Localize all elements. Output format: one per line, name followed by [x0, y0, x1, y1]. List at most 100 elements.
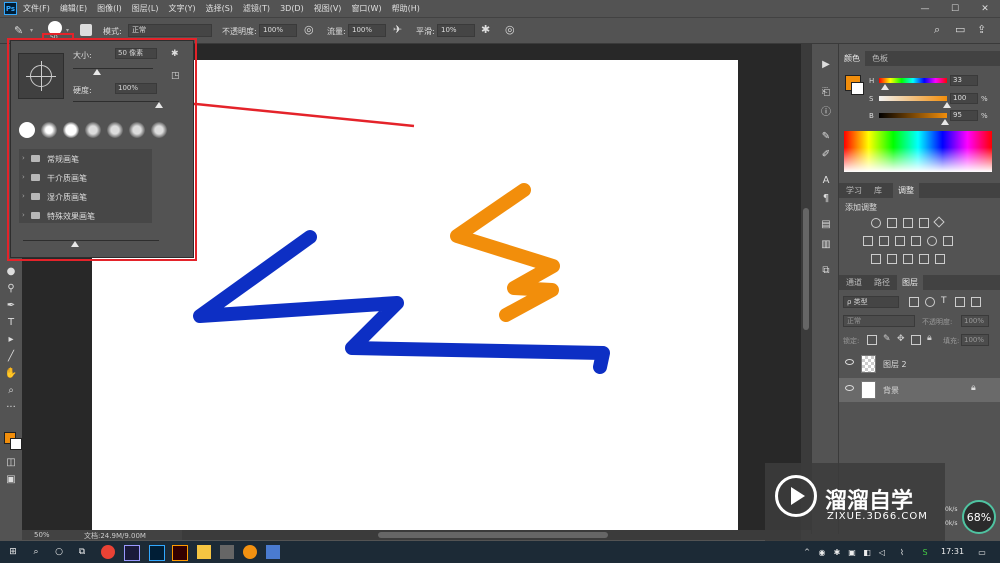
brightness-slider-knob[interactable] [941, 119, 949, 125]
brush-tip-pressure[interactable] [85, 122, 101, 138]
brush-panel-icon[interactable]: ✎ [820, 130, 832, 142]
windows-start-icon[interactable]: ⊞ [6, 545, 20, 559]
brush-angle-preview[interactable] [18, 53, 64, 99]
notification-icon[interactable]: ▭ [975, 545, 989, 559]
brush-folder[interactable]: › 特殊效果画笔 [19, 208, 152, 224]
color-balance-icon[interactable] [879, 236, 889, 246]
lock-position-icon[interactable]: ✥ [897, 334, 905, 344]
tray-icon[interactable]: ▣ [845, 545, 859, 559]
network-icon[interactable]: ⌇ [895, 545, 909, 559]
performance-badge[interactable]: 68% [962, 500, 996, 534]
info-icon[interactable]: ⓘ [820, 104, 832, 118]
hue-slider[interactable] [879, 78, 947, 83]
threshold-icon[interactable] [903, 254, 913, 264]
brush-tip-pressure[interactable] [107, 122, 123, 138]
lock-transparent-icon[interactable] [867, 335, 877, 345]
app-icon[interactable] [243, 545, 257, 559]
brush-tip-pressure[interactable] [151, 122, 167, 138]
saturation-input[interactable]: 100 [950, 93, 978, 104]
cortana-icon[interactable]: ○ [52, 545, 66, 559]
brightness-slider[interactable] [879, 113, 947, 118]
eye-icon[interactable] [845, 359, 854, 365]
volume-icon[interactable]: ◁ [875, 545, 889, 559]
calculator-icon[interactable] [220, 545, 234, 559]
vibrance-icon[interactable] [933, 216, 945, 228]
history-icon[interactable]: ⎗ [820, 86, 832, 98]
tab-color[interactable]: 颜色 [839, 51, 865, 66]
filter-pixel-icon[interactable] [909, 297, 919, 307]
task-view-icon[interactable]: ⧉ [75, 545, 89, 559]
notes-icon[interactable]: ▥ [820, 238, 832, 250]
app-icon[interactable] [266, 545, 280, 559]
preview-size-slider-track[interactable] [23, 240, 159, 241]
bluetooth-icon[interactable]: ✱ [830, 545, 844, 559]
hue-slider-knob[interactable] [881, 84, 889, 90]
tab-libraries[interactable]: 库 [869, 183, 887, 198]
exposure-icon[interactable] [919, 218, 929, 228]
tab-learn[interactable]: 学习 [841, 183, 867, 198]
properties-icon[interactable]: ▤ [820, 218, 832, 230]
brush-tip-soft-round[interactable] [41, 122, 57, 138]
horizontal-scroll-thumb[interactable] [378, 532, 608, 538]
tab-adjustments[interactable]: 调整 [893, 183, 919, 198]
lock-image-icon[interactable]: ✎ [883, 334, 891, 344]
selective-color-icon[interactable] [935, 254, 945, 264]
tray-icon[interactable]: S [918, 545, 932, 559]
clock[interactable]: 17:31 [941, 547, 964, 556]
brush-folder[interactable]: › 常规画笔 [19, 151, 152, 167]
gear-icon[interactable]: ✱ [171, 49, 179, 59]
zoom-level[interactable]: 50% [34, 531, 50, 539]
fill-input[interactable]: 100% [961, 334, 989, 346]
hue-input[interactable]: 33 [950, 75, 978, 86]
invert-icon[interactable] [871, 254, 881, 264]
brush-tip-round[interactable] [63, 122, 79, 138]
filter-smart-icon[interactable] [971, 297, 981, 307]
lock-artboard-icon[interactable] [911, 335, 921, 345]
background-color-swatch[interactable] [851, 82, 864, 95]
clone-source-icon[interactable]: ⧉ [820, 264, 832, 276]
brush-folder[interactable]: › 湿介质画笔 [19, 189, 152, 205]
photo-filter-icon[interactable] [911, 236, 921, 246]
layer-opacity-input[interactable]: 100% [961, 315, 989, 327]
layer-filter-select[interactable]: ρ 类型 [843, 296, 899, 308]
play-icon[interactable]: ▶ [820, 58, 832, 70]
levels-icon[interactable] [887, 218, 897, 228]
size-input[interactable]: 50 像素 [115, 48, 157, 59]
file-explorer-icon[interactable] [197, 545, 211, 559]
lock-icon[interactable]: 🔒︎ [927, 333, 932, 343]
hardness-input[interactable]: 100% [115, 83, 157, 94]
hardness-slider-knob[interactable] [155, 102, 163, 108]
filter-shape-icon[interactable] [955, 297, 965, 307]
black-white-icon[interactable] [895, 236, 905, 246]
photoshop-taskbar-icon[interactable] [149, 545, 165, 561]
illustrator-icon[interactable] [172, 545, 188, 561]
tray-icon[interactable]: ◉ [815, 545, 829, 559]
after-effects-icon[interactable] [124, 545, 140, 561]
tab-channels[interactable]: 通道 [841, 275, 867, 290]
brightness-contrast-icon[interactable] [871, 218, 881, 228]
new-preset-icon[interactable]: ◳ [171, 71, 180, 81]
chevron-up-icon[interactable]: ^ [800, 545, 814, 559]
preview-size-slider-knob[interactable] [71, 241, 79, 247]
tab-swatches[interactable]: 色板 [867, 51, 893, 66]
brush-settings-icon[interactable]: ✐ [820, 148, 832, 160]
hardness-slider-track[interactable] [73, 101, 159, 102]
color-lookup-icon[interactable] [943, 236, 953, 246]
channel-mixer-icon[interactable] [927, 236, 937, 246]
brush-tip-hard-round[interactable] [19, 122, 35, 138]
eye-icon[interactable] [845, 385, 854, 391]
color-spectrum[interactable] [844, 131, 992, 172]
curves-icon[interactable] [903, 218, 913, 228]
vertical-scroll-thumb[interactable] [803, 208, 809, 330]
blend-mode-select[interactable]: 正常 [843, 315, 915, 327]
chrome-icon[interactable] [101, 545, 115, 559]
tab-layers[interactable]: 图层 [897, 275, 923, 290]
layer-row[interactable]: 图层 2 [839, 352, 1000, 376]
size-slider-knob[interactable] [93, 69, 101, 75]
brush-tip-pressure[interactable] [129, 122, 145, 138]
search-icon[interactable]: ⌕ [29, 545, 43, 559]
size-slider-track[interactable] [73, 68, 153, 69]
filter-type-icon[interactable]: T [941, 296, 947, 306]
layer-row[interactable]: 背景 🔒︎ [839, 378, 1000, 402]
brightness-input[interactable]: 95 [950, 110, 978, 121]
